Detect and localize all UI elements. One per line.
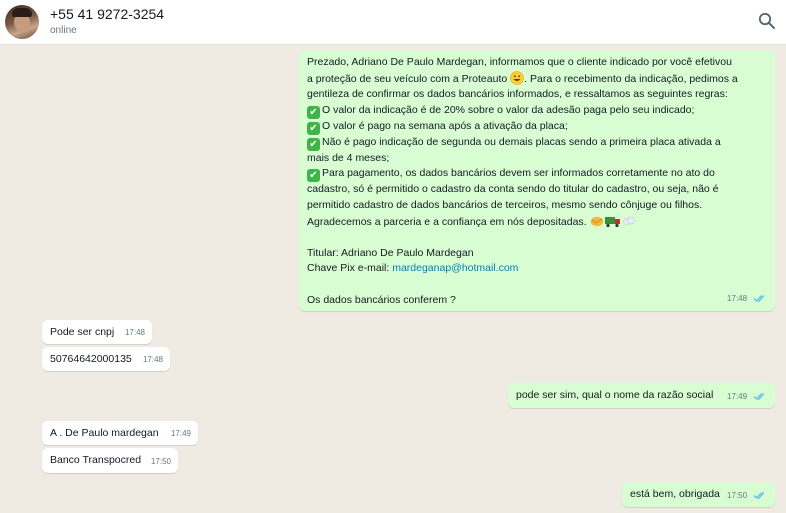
read-receipt-icon — [753, 393, 765, 401]
line-spacer — [307, 277, 767, 293]
message-meta: 17:50 — [727, 488, 767, 504]
message-time: 17:48 — [142, 355, 163, 365]
message-text: está bem, obrigada — [630, 488, 720, 500]
truck-emoji-icon — [604, 216, 620, 227]
rule-line: ✔ O valor da indicação é de 20% sobre o v… — [307, 103, 767, 119]
message-meta: 17:49 — [727, 389, 767, 405]
message-text: a proteção de seu veículo com a Proteaut… — [307, 70, 738, 85]
check-mark-icon: ✔ — [307, 121, 320, 135]
outgoing-message[interactable]: pode ser sim, qual o nome da razão socia… — [508, 383, 775, 408]
incoming-message[interactable]: Banco Transpocred 17:50 — [42, 448, 178, 473]
line-spacer — [307, 230, 767, 246]
message-text: A . De Paulo mardegan — [50, 427, 159, 439]
message-time: 17:48 — [124, 328, 145, 338]
read-receipt-icon — [753, 492, 765, 500]
rule-line: ✔ Não é pago indicação de segunda ou dema… — [307, 135, 767, 151]
outgoing-message[interactable]: está bem, obrigada 17:50 — [622, 482, 775, 507]
contact-name[interactable]: +55 41 9272-3254 — [50, 6, 164, 22]
message-text: Os dados bancários conferem ? — [307, 293, 456, 306]
handshake-emoji-icon — [590, 216, 603, 226]
check-mark-icon: ✔ — [307, 137, 320, 151]
incoming-message[interactable]: A . De Paulo mardegan 17:49 — [42, 421, 198, 445]
rule-line: ✔ Para pagamento, os dados bancários deve… — [307, 166, 767, 183]
message-text: Prezado, Adriano De Paulo Mardegan, info… — [307, 56, 732, 68]
message-list[interactable]: Prezado, Adriano De Paulo Mardegan, info… — [0, 44, 786, 513]
contact-avatar[interactable] — [5, 5, 39, 39]
message-text: gentileza de confirmar os dados bancário… — [307, 88, 728, 101]
check-mark-icon: ✔ — [307, 105, 320, 119]
rule-line: ✔ O valor é pago na semana após a ativaçã… — [307, 119, 767, 135]
dash-emoji-icon — [622, 216, 635, 225]
message-text: permitido cadastro de dados bancários de… — [307, 198, 703, 211]
read-receipt-icon — [753, 295, 765, 303]
message-text: Agradecemos a parceria e a confiança em … — [307, 214, 767, 231]
check-mark-icon: ✔ — [307, 169, 320, 183]
message-time: 17:48 — [727, 294, 748, 304]
grinning-face-emoji-icon — [510, 70, 524, 85]
message-text: pode ser sim, qual o nome da razão socia… — [516, 389, 714, 401]
email-link[interactable]: mardeganap@hotmail.com — [392, 262, 518, 274]
message-text: 50764642000135 — [50, 353, 132, 365]
message-text: Banco Transpocred — [50, 454, 142, 466]
message-time: 17:49 — [727, 392, 748, 402]
message-text: cadastro, só é permitido o cadastro da c… — [307, 183, 719, 196]
incoming-message[interactable]: Pode ser cnpj 17:48 — [42, 320, 152, 344]
search-icon[interactable] — [758, 12, 776, 30]
message-meta: 17:48 — [727, 291, 767, 307]
message-time: 17:50 — [727, 491, 748, 501]
outgoing-message[interactable]: Prezado, Adriano De Paulo Mardegan, info… — [299, 50, 775, 311]
chat-header: +55 41 9272-3254 online — [0, 0, 786, 45]
message-time: 17:49 — [170, 429, 191, 439]
message-time: 17:50 — [150, 457, 171, 467]
message-text: mais de 4 meses; — [307, 151, 390, 164]
avatar-hair — [12, 8, 32, 17]
account-holder: Titular: Adriano De Paulo Mardegan — [307, 246, 474, 259]
pix-key-line: Chave Pix e-mail: mardeganap@hotmail.com — [307, 262, 519, 275]
incoming-message[interactable]: 50764642000135 17:48 — [42, 347, 170, 371]
message-text: Pode ser cnpj — [50, 326, 115, 338]
contact-status: online — [50, 25, 77, 36]
